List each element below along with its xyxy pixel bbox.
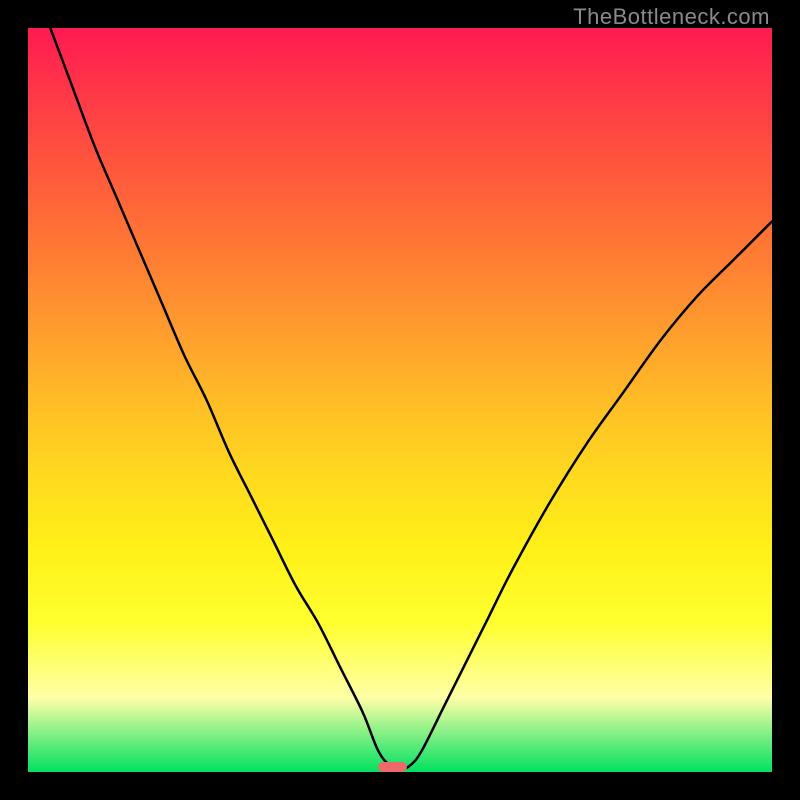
plot-area <box>28 28 772 772</box>
chart-frame: TheBottleneck.com <box>0 0 800 800</box>
optimal-marker <box>378 762 408 772</box>
bottleneck-curve <box>28 28 772 772</box>
watermark-text: TheBottleneck.com <box>573 4 770 30</box>
